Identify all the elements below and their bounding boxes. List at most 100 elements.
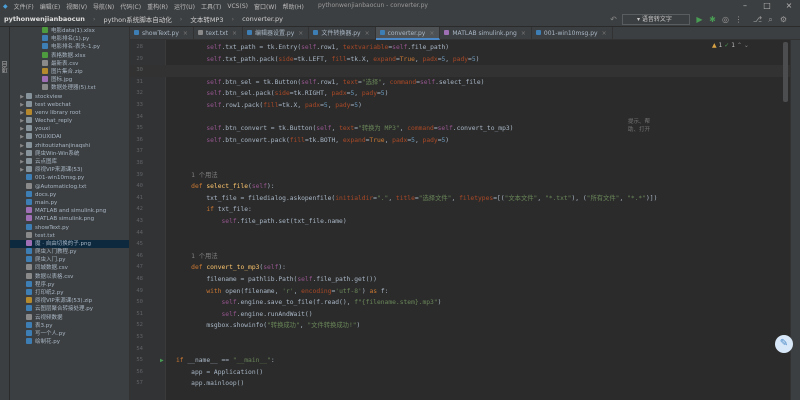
menu-item[interactable]: 重构(R) bbox=[144, 2, 171, 11]
code-editor[interactable]: 28 self.txt_path = tk.Entry(self.row1, t… bbox=[130, 40, 790, 400]
tab-close-icon[interactable]: × bbox=[521, 30, 526, 37]
tree-item[interactable]: 原视VIP来源课(53).zip bbox=[10, 297, 129, 305]
maximize-icon[interactable]: □ bbox=[756, 0, 778, 12]
code-line[interactable]: 35 self.btn_convert = tk.Button(self, te… bbox=[130, 123, 790, 135]
code-line[interactable]: 31 self.btn_sel = tk.Button(self.row1, t… bbox=[130, 77, 790, 89]
tree-item[interactable]: ▶ youxi bbox=[10, 125, 129, 133]
code-line[interactable]: 57 app.mainloop() bbox=[130, 378, 790, 390]
editor-tab[interactable]: MATLAB simulink.png × bbox=[440, 27, 532, 40]
expand-arrow-icon[interactable]: ▶ bbox=[18, 133, 26, 141]
code-line[interactable]: 30 bbox=[130, 65, 790, 77]
code-line[interactable]: 49 with open(filename, 'r', encoding='ut… bbox=[130, 286, 790, 298]
editor-tab[interactable]: text.txt × bbox=[194, 27, 243, 40]
menu-item[interactable]: 编辑(E) bbox=[37, 2, 63, 11]
tree-item[interactable]: 爬虫入门.py bbox=[10, 256, 129, 264]
chevron-down-icon[interactable]: ⌄ bbox=[742, 42, 749, 49]
expand-arrow-icon[interactable]: ▶ bbox=[18, 158, 26, 166]
tree-item[interactable]: 图片集合.zip bbox=[10, 67, 129, 76]
expand-arrow-icon[interactable]: ▶ bbox=[18, 109, 26, 117]
run-gutter-icon[interactable]: ▶ bbox=[160, 355, 164, 367]
tree-item[interactable]: ▶ YOUXIDAI bbox=[10, 133, 129, 141]
code-line[interactable]: 54 bbox=[130, 344, 790, 356]
minimize-icon[interactable]: – bbox=[734, 0, 756, 12]
tree-item[interactable]: 打印纸2.py bbox=[10, 289, 129, 297]
tree-item[interactable]: test.txt bbox=[10, 231, 129, 240]
tree-item[interactable]: ▶ Wechat_reply bbox=[10, 117, 129, 125]
tree-item[interactable]: 电影排名(1).py bbox=[10, 35, 129, 43]
menu-item[interactable]: 导航(N) bbox=[90, 2, 117, 11]
tree-item[interactable]: 表3.py bbox=[10, 321, 129, 330]
code-line[interactable]: 36 self.btn_convert.pack(fill=tk.BOTH, e… bbox=[130, 135, 790, 147]
code-line[interactable]: 50 self.engine.save_to_file(f.read(), f"… bbox=[130, 297, 790, 309]
tree-item[interactable]: MATLAB and simulink.png bbox=[10, 207, 129, 215]
tree-item[interactable]: 电影data(1).xlsx bbox=[10, 27, 129, 35]
code-line[interactable]: 32 self.btn_sel.pack(side=tk.RIGHT, padx… bbox=[130, 88, 790, 100]
code-line[interactable]: 28 self.txt_path = tk.Entry(self.row1, t… bbox=[130, 42, 790, 54]
tree-item[interactable]: 爬虫入门教程.py bbox=[10, 248, 129, 256]
search-icon[interactable]: ⌕ bbox=[765, 14, 776, 25]
code-line[interactable]: 29 self.txt_path.pack(side=tk.LEFT, fill… bbox=[130, 54, 790, 66]
code-line[interactable]: 52 msgbox.showinfo("转换成功", "文件转换成功!") bbox=[130, 320, 790, 332]
menu-item[interactable]: 代码(C) bbox=[117, 2, 144, 11]
code-line[interactable]: 45 bbox=[130, 239, 790, 251]
code-line[interactable]: 51 self.engine.runAndWait() bbox=[130, 309, 790, 321]
vcs-icon[interactable]: ⎇ bbox=[752, 14, 763, 25]
editor-tab[interactable]: 001-win10msg.py × bbox=[532, 27, 613, 40]
menu-item[interactable]: 运行(U) bbox=[171, 2, 198, 11]
editor-tab[interactable]: showText.py × bbox=[130, 27, 194, 40]
menu-item[interactable]: 文件(F) bbox=[11, 2, 37, 11]
editor-tab[interactable]: 文件转换器.py × bbox=[309, 27, 376, 40]
code-line[interactable]: 34 bbox=[130, 112, 790, 124]
tree-item[interactable]: 程序.py bbox=[10, 280, 129, 289]
tab-close-icon[interactable]: × bbox=[365, 30, 370, 37]
tree-item[interactable]: ▶ test webchat bbox=[10, 100, 129, 109]
menu-item[interactable]: 工具(T) bbox=[198, 2, 224, 11]
editor-tab[interactable]: 编辑器设置.py × bbox=[243, 27, 310, 40]
tree-item[interactable]: 数据以表格.csv bbox=[10, 272, 129, 281]
tree-item[interactable]: MATLAB simulink.png bbox=[10, 215, 129, 223]
inspection-widget[interactable]: ▲ 1 ✓ 1 ⌃ ⌄ bbox=[712, 42, 749, 49]
run-configuration-select[interactable]: ▾ 语音转文字 bbox=[622, 14, 690, 25]
code-line[interactable]: 46 1 个用法 bbox=[130, 251, 790, 263]
coverage-icon[interactable]: ◎ bbox=[720, 14, 731, 25]
menu-item[interactable]: VCS(S) bbox=[224, 3, 251, 10]
tree-item[interactable]: 魔 · 自由切换的子.png bbox=[10, 239, 129, 249]
tree-item[interactable]: 写一个人.py bbox=[10, 329, 129, 338]
tree-item[interactable]: ▶ venv library root bbox=[10, 108, 129, 117]
project-tool-button[interactable]: 项目 bbox=[1, 61, 10, 73]
code-line[interactable]: 55 ▶ if __name__ == "__main__": bbox=[130, 355, 790, 367]
expand-arrow-icon[interactable]: ▶ bbox=[18, 166, 26, 174]
tree-item[interactable]: 图标.jpg bbox=[10, 76, 129, 84]
assistant-icon[interactable]: ✎ bbox=[775, 335, 793, 353]
tree-item[interactable]: 绘制花.py bbox=[10, 338, 129, 346]
settings-icon[interactable]: ⚙ bbox=[778, 14, 789, 25]
close-icon[interactable]: × bbox=[778, 0, 800, 12]
tree-item[interactable]: 表格数据.xlsx bbox=[10, 51, 129, 60]
tab-close-icon[interactable]: × bbox=[232, 30, 237, 37]
editor-tab[interactable]: converter.py × bbox=[375, 27, 441, 40]
code-line[interactable]: 56 app = Application() bbox=[130, 367, 790, 379]
tree-item[interactable]: 数据处理器(5).txt bbox=[10, 84, 129, 92]
breadcrumb-item[interactable]: 文本转MP3 bbox=[186, 14, 227, 24]
more-run-icon[interactable]: ⋮ bbox=[733, 14, 744, 25]
code-line[interactable]: 40 def select_file(self): bbox=[130, 181, 790, 193]
code-line[interactable]: 38 bbox=[130, 158, 790, 170]
expand-arrow-icon[interactable]: ▶ bbox=[18, 125, 26, 133]
code-line[interactable]: 41 txt_file = filedialog.askopenfile(ini… bbox=[130, 193, 790, 205]
expand-arrow-icon[interactable]: ▶ bbox=[18, 150, 26, 158]
menu-item[interactable]: 窗口(W) bbox=[251, 2, 280, 11]
tab-close-icon[interactable]: × bbox=[602, 30, 607, 37]
tree-item[interactable]: 同城数据.csv bbox=[10, 264, 129, 272]
tree-item[interactable]: ▶ 爬虫Win-Win系统 bbox=[10, 149, 129, 158]
tree-item[interactable]: ▶ 云点图库 bbox=[10, 158, 129, 166]
code-line[interactable]: 37 bbox=[130, 146, 790, 158]
expand-arrow-icon[interactable]: ▶ bbox=[18, 142, 26, 150]
expand-arrow-icon[interactable]: ▶ bbox=[18, 93, 26, 101]
tree-item[interactable]: 云图层聚合转接处理.py bbox=[10, 305, 129, 313]
back-icon[interactable]: ↶ bbox=[608, 14, 619, 25]
code-line[interactable]: 42 if txt_file: bbox=[130, 204, 790, 216]
code-line[interactable]: 43 self.file_path.set(txt_file.name) bbox=[130, 216, 790, 228]
vertical-scrollbar[interactable] bbox=[783, 42, 788, 102]
tree-item[interactable]: ▶ 原视VIP来源课(53) bbox=[10, 166, 129, 174]
code-line[interactable]: 44 bbox=[130, 228, 790, 240]
